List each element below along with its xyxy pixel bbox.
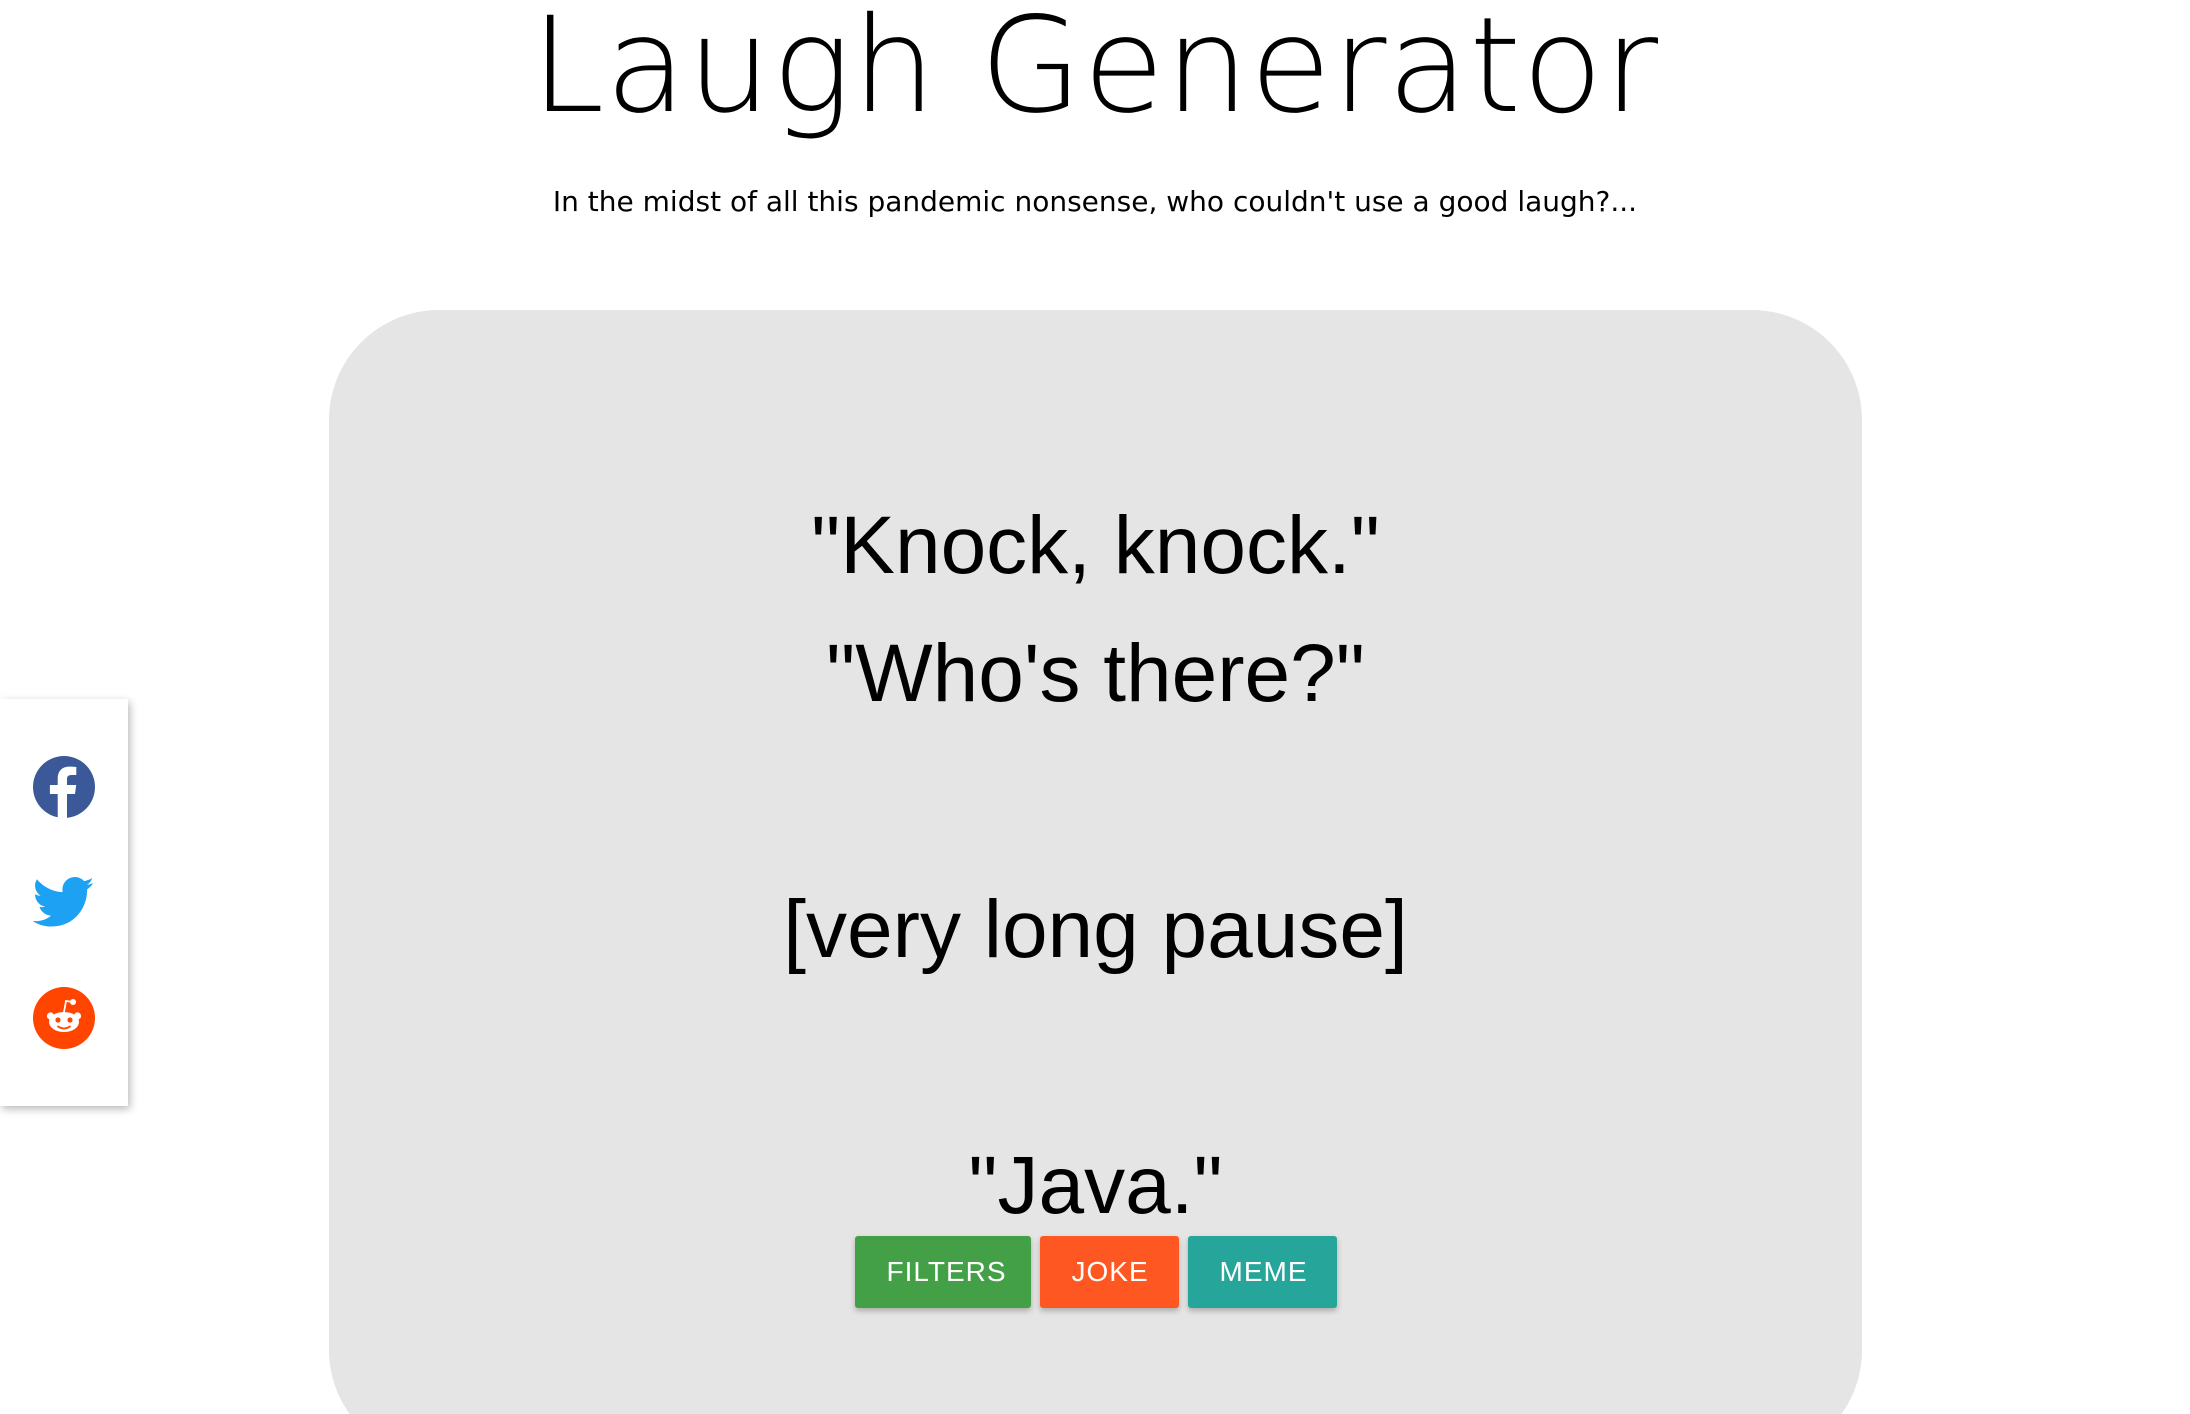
twitter-share-button[interactable]: [33, 871, 95, 933]
joke-button[interactable]: JOKE: [1039, 1236, 1179, 1308]
joke-line: [329, 738, 1862, 866]
meme-button[interactable]: MEME: [1187, 1236, 1337, 1308]
facebook-share-button[interactable]: [33, 756, 95, 818]
facebook-icon: [33, 756, 95, 818]
joke-line: "Who's there?": [826, 628, 1365, 719]
page-subtitle: In the midst of all this pandemic nonsen…: [552, 185, 1638, 218]
reddit-share-button[interactable]: [33, 987, 95, 1049]
joke-card: "Knock, knock." "Who's there?" [very lon…: [329, 310, 1862, 1414]
joke-text: "Knock, knock." "Who's there?" [very lon…: [329, 482, 1862, 1250]
share-sidebar: [0, 699, 128, 1106]
joke-line: [very long pause]: [783, 884, 1408, 975]
twitter-icon: [33, 876, 94, 927]
reddit-icon: [33, 987, 95, 1049]
action-buttons: FILTERS JOKE MEME: [329, 1236, 1862, 1308]
page: Laugh Generator In the midst of all this…: [0, 0, 2190, 1414]
joke-line: [329, 994, 1862, 1122]
page-title: Laugh Generator: [530, 0, 1660, 143]
joke-line: "Knock, knock.": [811, 500, 1380, 591]
joke-line: "Java.": [968, 1140, 1223, 1231]
filters-button[interactable]: FILTERS: [854, 1236, 1031, 1308]
